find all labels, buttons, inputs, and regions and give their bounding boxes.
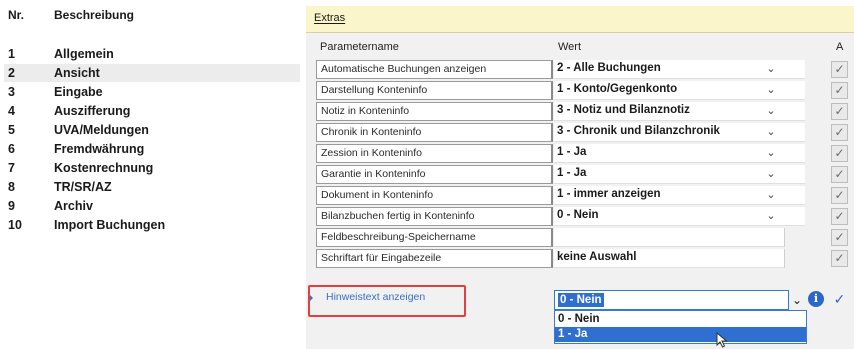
value-button-cell[interactable] — [784, 228, 806, 247]
nav-item-label: TR/SR/AZ — [54, 180, 112, 194]
nav-item[interactable]: 9 Archiv — [4, 197, 300, 215]
info-icon[interactable]: i — [808, 291, 824, 307]
param-name[interactable]: Feldbeschreibung-Speichername — [316, 228, 553, 247]
chevron-down-icon[interactable]: ⌄ — [764, 60, 778, 79]
wert-column-header: Wert — [558, 41, 582, 53]
checkmark-icon[interactable]: ✓ — [831, 208, 848, 225]
nav-item-number: 2 — [8, 66, 15, 80]
nav-item-label: Fremdwährung — [54, 142, 145, 156]
param-value-field[interactable] — [554, 228, 805, 247]
hinweistext-select[interactable]: 0 - Nein — [554, 290, 789, 310]
nav-item-number: 10 — [8, 218, 22, 232]
dropdown-option-nein[interactable]: 0 - Nein — [555, 312, 806, 327]
extras-panel: Extras Parametername Wert A Automatische… — [306, 6, 854, 349]
a-column-header: A — [836, 41, 844, 53]
nav-item-label: Import Buchungen — [54, 218, 166, 232]
nr-column-header: Nr. — [8, 8, 25, 22]
nav-item[interactable]: 8 TR/SR/AZ — [4, 178, 300, 196]
extras-title: Extras — [314, 12, 346, 24]
hinweistext-dropdown-list: 0 - Nein 1 - Ja — [554, 310, 807, 344]
hinweistext-selected-value: 0 - Nein — [558, 293, 604, 307]
nav-item-number: 8 — [8, 180, 15, 194]
nav-item[interactable]: 3 Eingabe — [4, 83, 300, 101]
extras-panel-header[interactable]: Extras — [306, 6, 854, 33]
nav-item-label: Auszifferung — [54, 104, 131, 118]
param-value-field[interactable]: keine Auswahl — [554, 249, 805, 268]
highlight-outline — [308, 285, 466, 317]
parametername-column-header: Parametername — [320, 41, 399, 53]
nav-item-number: 4 — [8, 104, 15, 118]
chevron-down-icon[interactable]: ⌄ — [789, 290, 805, 310]
nav-item-label: Eingabe — [54, 85, 103, 99]
checkmark-icon[interactable]: ✓ — [831, 229, 848, 246]
param-name[interactable]: Dokument in Konteninfo — [316, 186, 553, 205]
chevron-down-icon[interactable]: ⌄ — [764, 123, 778, 142]
checkmark-icon[interactable]: ✓ — [831, 61, 848, 78]
nav-item[interactable]: 10 Import Buchungen — [4, 216, 300, 234]
param-name[interactable]: Schriftart für Eingabezeile — [316, 249, 553, 268]
param-name[interactable]: Bilanzbuchen fertig in Konteninfo — [316, 207, 553, 226]
nav-item-number: 1 — [8, 47, 15, 61]
nav-item[interactable]: 5 UVA/Meldungen — [4, 121, 300, 139]
nav-item-label: Ansicht — [54, 66, 100, 80]
description-column-header: Beschreibung — [54, 8, 135, 22]
nav-item-number: 5 — [8, 123, 15, 137]
chevron-down-icon[interactable]: ⌄ — [764, 144, 778, 163]
param-name[interactable]: Automatische Buchungen anzeigen — [316, 60, 553, 79]
nav-item-label: UVA/Meldungen — [54, 123, 149, 137]
nav-item-number: 6 — [8, 142, 15, 156]
param-name[interactable]: Garantie in Konteninfo — [316, 165, 553, 184]
checkmark-icon[interactable]: ✓ — [831, 291, 848, 308]
nav-item-number: 9 — [8, 199, 15, 213]
nav-item[interactable]: 1 Allgemein — [4, 45, 300, 63]
checkmark-icon[interactable]: ✓ — [831, 103, 848, 120]
checkmark-icon[interactable]: ✓ — [831, 145, 848, 162]
chevron-down-icon[interactable]: ⌄ — [764, 165, 778, 184]
category-list: Nr. Beschreibung 1 Allgemein 2 Ansicht 3 Eing… — [0, 0, 302, 349]
nav-item[interactable]: 6 Fremdwährung — [4, 140, 300, 158]
checkmark-icon[interactable]: ✓ — [831, 82, 848, 99]
param-name[interactable]: Zession in Konteninfo — [316, 144, 553, 163]
chevron-down-icon[interactable]: ⌄ — [764, 207, 778, 226]
nav-item[interactable]: 4 Auszifferung — [4, 102, 300, 120]
nav-item-number: 3 — [8, 85, 15, 99]
chevron-down-icon[interactable]: ⌄ — [764, 102, 778, 121]
dropdown-option-ja[interactable]: 1 - Ja — [555, 327, 806, 342]
nav-item[interactable]: 7 Kostenrechnung — [4, 159, 300, 177]
nav-item-label: Allgemein — [54, 47, 114, 61]
checkmark-icon[interactable]: ✓ — [831, 187, 848, 204]
chevron-down-icon[interactable]: ⌄ — [764, 81, 778, 100]
nav-item-number: 7 — [8, 161, 15, 175]
mouse-cursor-icon — [716, 332, 728, 348]
param-name[interactable]: Darstellung Konteninfo — [316, 81, 553, 100]
nav-item-label: Kostenrechnung — [54, 161, 154, 175]
value-button-cell[interactable] — [784, 249, 806, 268]
chevron-down-icon[interactable]: ⌄ — [764, 186, 778, 205]
param-name[interactable]: Notiz in Konteninfo — [316, 102, 553, 121]
param-name[interactable]: Chronik in Konteninfo — [316, 123, 553, 142]
nav-item[interactable]: 2 Ansicht — [4, 64, 300, 82]
checkmark-icon[interactable]: ✓ — [831, 250, 848, 267]
checkmark-icon[interactable]: ✓ — [831, 124, 848, 141]
nav-item-label: Archiv — [54, 199, 93, 213]
checkmark-icon[interactable]: ✓ — [831, 166, 848, 183]
